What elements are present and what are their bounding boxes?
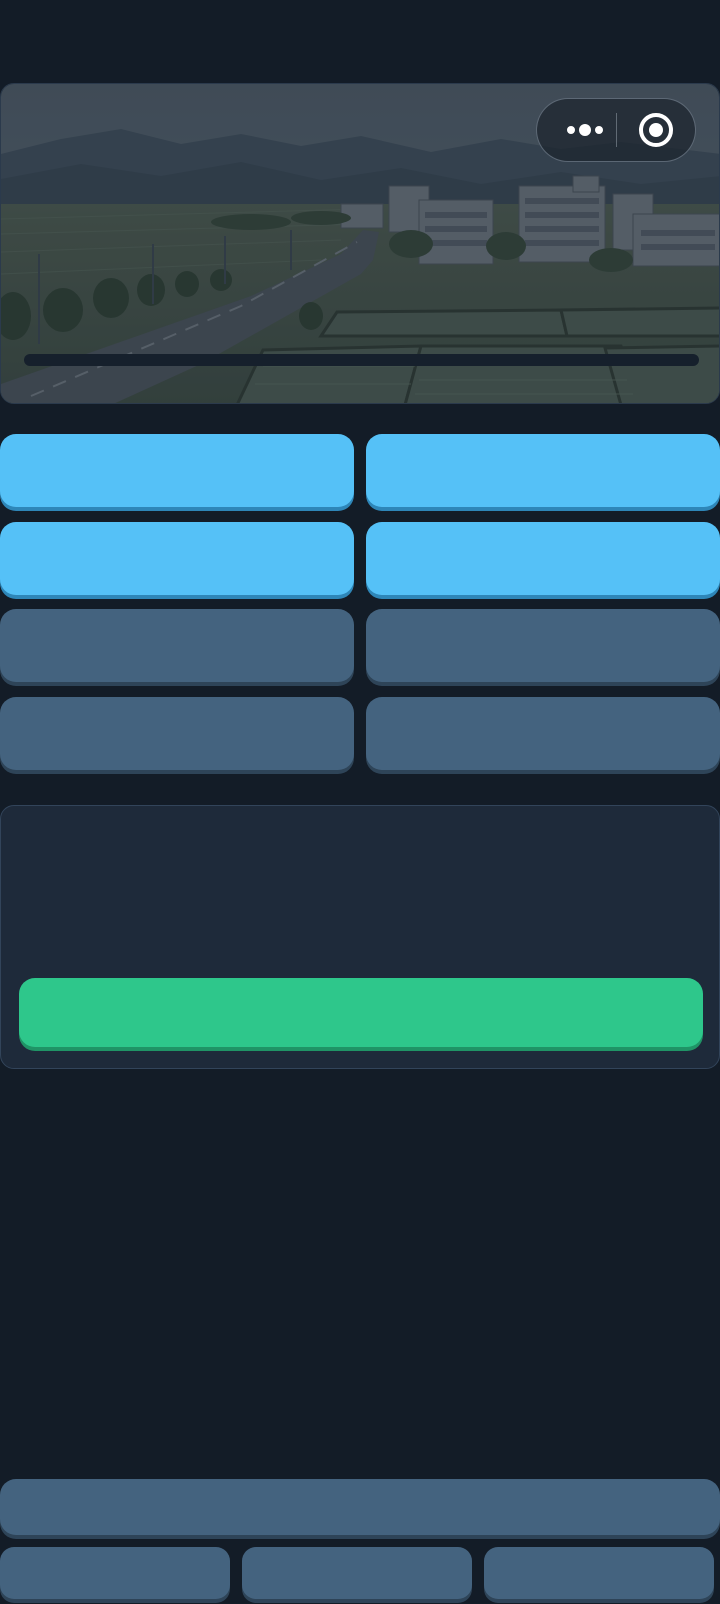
scene-progress-bar bbox=[24, 354, 699, 366]
more-dots-icon[interactable] bbox=[557, 99, 613, 161]
option-button-4[interactable] bbox=[366, 522, 720, 595]
option-button-1[interactable] bbox=[0, 434, 354, 507]
confirm-button[interactable] bbox=[19, 978, 703, 1047]
bottom-wide-button[interactable] bbox=[0, 1479, 720, 1535]
option-button-7[interactable] bbox=[0, 697, 354, 770]
target-circle-icon[interactable] bbox=[634, 108, 678, 152]
action-panel bbox=[0, 805, 720, 1069]
option-button-8[interactable] bbox=[366, 697, 720, 770]
option-button-5[interactable] bbox=[0, 609, 354, 682]
app-root bbox=[0, 0, 720, 1604]
capsule-divider bbox=[616, 113, 617, 147]
bottom-tab-2[interactable] bbox=[242, 1547, 472, 1599]
bottom-tab-1[interactable] bbox=[0, 1547, 230, 1599]
option-button-6[interactable] bbox=[366, 609, 720, 682]
bottom-tab-3[interactable] bbox=[484, 1547, 714, 1599]
option-button-2[interactable] bbox=[366, 434, 720, 507]
option-button-3[interactable] bbox=[0, 522, 354, 595]
miniapp-capsule bbox=[536, 98, 696, 162]
